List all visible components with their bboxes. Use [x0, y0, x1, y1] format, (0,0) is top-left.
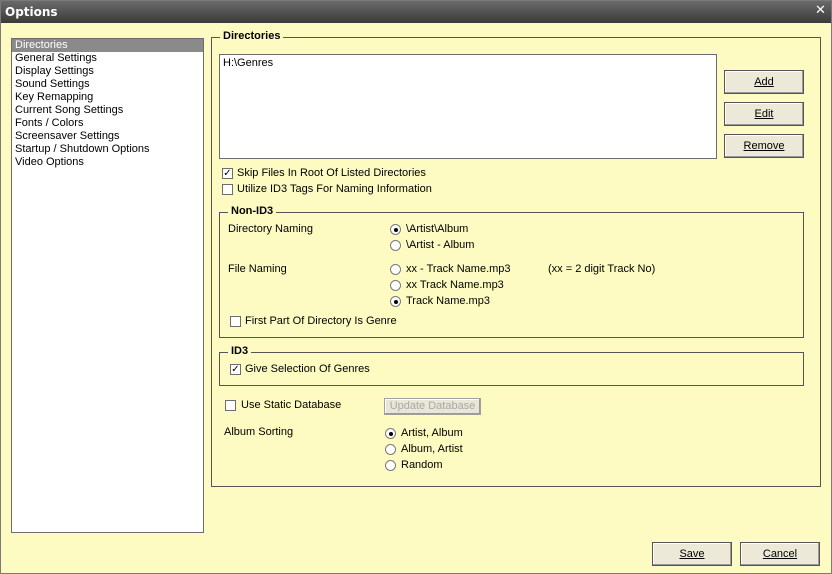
sort-option-1-label[interactable]: Artist, Album	[401, 427, 463, 439]
category-item-fonts-colors[interactable]: Fonts / Colors	[12, 117, 203, 130]
remove-button[interactable]: Remove	[724, 134, 804, 158]
skip-files-label[interactable]: Skip Files In Root Of Listed Directories	[237, 167, 426, 179]
category-list[interactable]: Directories General Settings Display Set…	[11, 38, 204, 533]
utilize-id3-label[interactable]: Utilize ID3 Tags For Naming Information	[237, 183, 432, 195]
directory-list[interactable]: H:\Genres	[219, 54, 717, 159]
dir-naming-option-1-radio[interactable]	[390, 224, 401, 235]
cancel-button[interactable]: Cancel	[740, 542, 820, 566]
file-naming-option-3-radio[interactable]	[390, 296, 401, 307]
sort-option-2-radio[interactable]	[385, 444, 396, 455]
album-sorting-label: Album Sorting	[224, 426, 294, 438]
add-button[interactable]: Add	[724, 70, 804, 94]
edit-label: Edit	[754, 108, 774, 120]
window-title: Options	[5, 5, 58, 19]
title-bar[interactable]: Options ✕	[1, 1, 831, 23]
close-icon[interactable]: ✕	[814, 4, 827, 18]
dir-naming-option-2-label[interactable]: \Artist - Album	[406, 239, 474, 251]
edit-button[interactable]: Edit	[724, 102, 804, 126]
directory-naming-label: Directory Naming	[228, 223, 313, 235]
sort-option-3-radio[interactable]	[385, 460, 396, 471]
category-item-display-settings[interactable]: Display Settings	[12, 65, 203, 78]
give-selection-label[interactable]: Give Selection Of Genres	[245, 363, 370, 375]
category-item-sound-settings[interactable]: Sound Settings	[12, 78, 203, 91]
category-item-screensaver-settings[interactable]: Screensaver Settings	[12, 130, 203, 143]
options-window: Options ✕ Directories General Settings D…	[0, 0, 832, 574]
add-label: Add	[754, 76, 774, 88]
use-static-database-label[interactable]: Use Static Database	[241, 399, 341, 411]
file-naming-label: File Naming	[228, 263, 287, 275]
remove-label: Remove	[743, 140, 785, 152]
category-item-video-options[interactable]: Video Options	[12, 156, 203, 169]
cancel-label: Cancel	[762, 548, 798, 560]
utilize-id3-checkbox[interactable]	[222, 184, 233, 195]
dir-naming-option-1-label[interactable]: \Artist\Album	[406, 223, 468, 235]
dir-naming-option-2-radio[interactable]	[390, 240, 401, 251]
file-naming-note: (xx = 2 digit Track No)	[548, 263, 656, 275]
category-item-startup-shutdown-options[interactable]: Startup / Shutdown Options	[12, 143, 203, 156]
directory-entry[interactable]: H:\Genres	[223, 57, 273, 69]
file-naming-option-3-label[interactable]: Track Name.mp3	[406, 295, 490, 307]
sort-option-3-label[interactable]: Random	[401, 459, 443, 471]
first-part-genre-label[interactable]: First Part Of Directory Is Genre	[245, 315, 397, 327]
use-static-database-checkbox[interactable]	[225, 400, 236, 411]
non-id3-legend: Non-ID3	[228, 205, 277, 217]
save-button[interactable]: Save	[652, 542, 732, 566]
update-database-button[interactable]: Update Database	[384, 398, 481, 415]
first-part-genre-checkbox[interactable]	[230, 316, 241, 327]
file-naming-option-1-radio[interactable]	[390, 264, 401, 275]
category-item-general-settings[interactable]: General Settings	[12, 52, 203, 65]
category-item-key-remapping[interactable]: Key Remapping	[12, 91, 203, 104]
file-naming-option-2-label[interactable]: xx Track Name.mp3	[406, 279, 504, 291]
give-selection-checkbox[interactable]: ✓	[230, 364, 241, 375]
directories-legend: Directories	[220, 30, 284, 42]
file-naming-option-2-radio[interactable]	[390, 280, 401, 291]
id3-legend: ID3	[228, 345, 252, 357]
skip-files-checkbox[interactable]: ✓	[222, 168, 233, 179]
sort-option-1-radio[interactable]	[385, 428, 396, 439]
category-item-current-song-settings[interactable]: Current Song Settings	[12, 104, 203, 117]
save-label: Save	[679, 548, 705, 560]
category-item-directories[interactable]: Directories	[12, 39, 203, 52]
sort-option-2-label[interactable]: Album, Artist	[401, 443, 463, 455]
file-naming-option-1-label[interactable]: xx - Track Name.mp3	[406, 263, 511, 275]
